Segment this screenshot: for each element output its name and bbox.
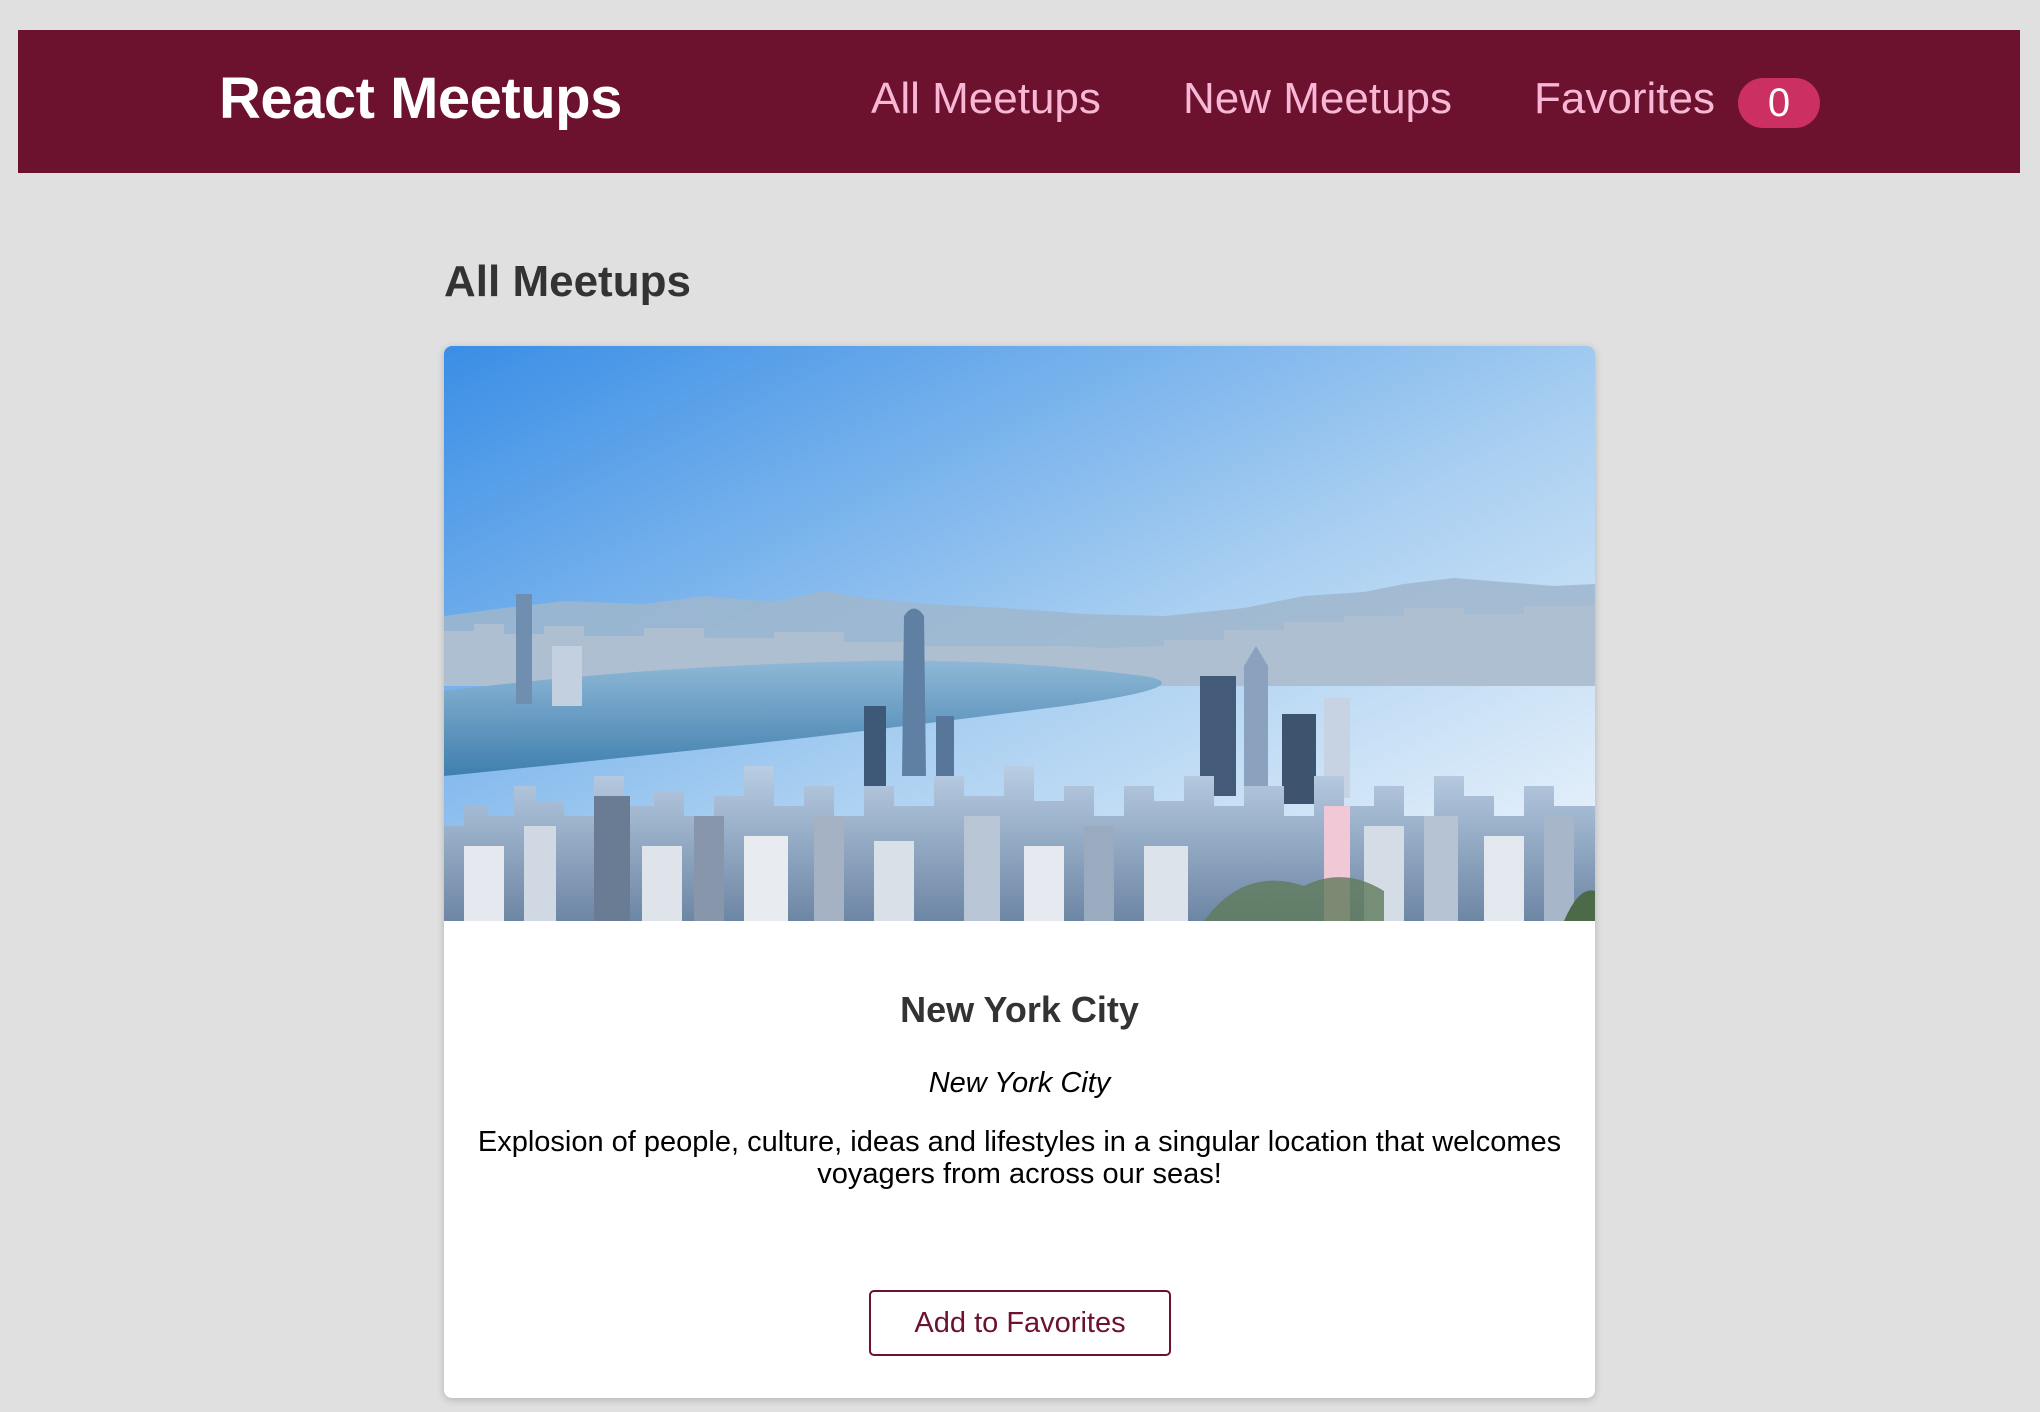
nav-link-favorites[interactable]: Favorites bbox=[1534, 74, 1715, 125]
meetup-title: New York City bbox=[900, 989, 1139, 1030]
meetup-image bbox=[444, 346, 1595, 921]
nav-link-all-meetups[interactable]: All Meetups bbox=[871, 74, 1101, 125]
meetup-address: New York City bbox=[928, 1067, 1111, 1099]
favorites-count-badge[interactable]: 0 bbox=[1738, 78, 1820, 128]
main-header: React Meetups All Meetups New Meetups Fa… bbox=[18, 30, 2020, 173]
meetup-card: New York City New York City Explosion of… bbox=[444, 346, 1595, 1398]
nav-link-new-meetups[interactable]: New Meetups bbox=[1183, 74, 1452, 125]
add-to-favorites-button[interactable]: Add to Favorites bbox=[869, 1290, 1171, 1356]
meetup-description: Explosion of people, culture, ideas and … bbox=[477, 1126, 1562, 1191]
page-title: All Meetups bbox=[444, 257, 691, 306]
site-logo[interactable]: React Meetups bbox=[219, 66, 622, 133]
